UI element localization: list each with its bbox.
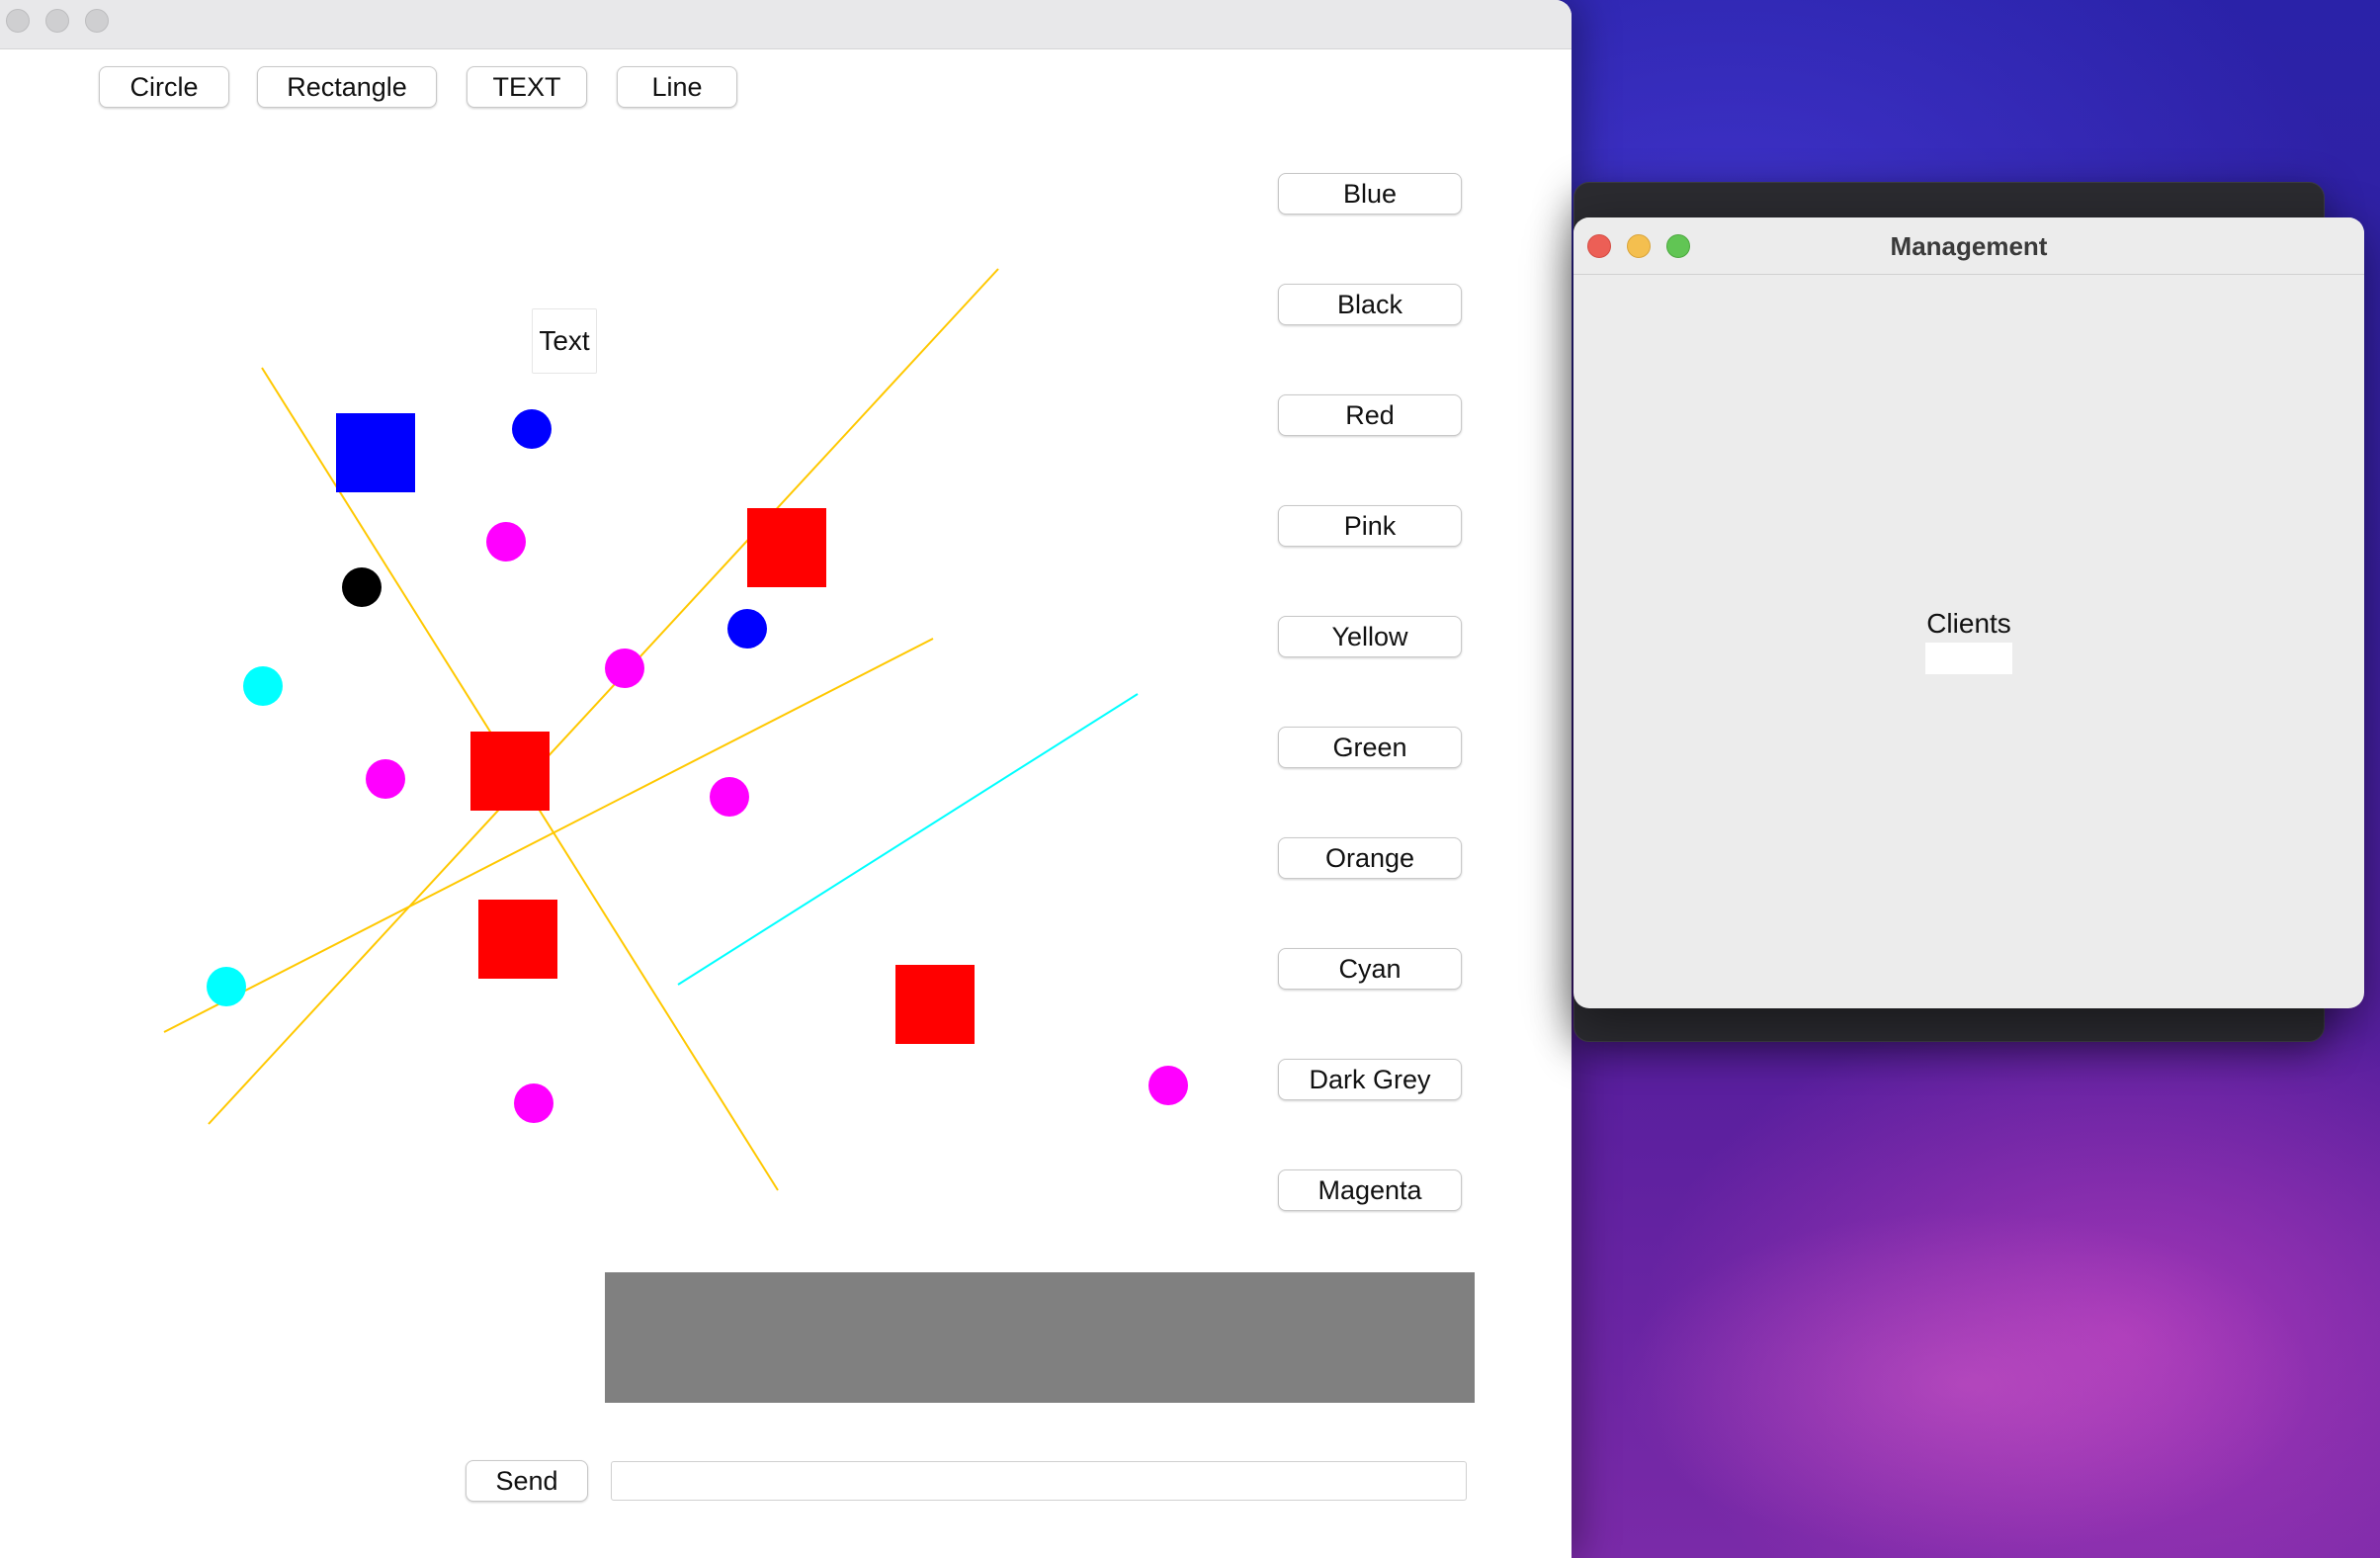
dark-grey-color-button[interactable]: Dark Grey — [1278, 1059, 1462, 1100]
circle-shape — [605, 649, 644, 688]
circle-shape — [710, 777, 749, 817]
pink-color-button[interactable]: Pink — [1278, 505, 1462, 547]
orange-color-button[interactable]: Orange — [1278, 837, 1462, 879]
cyan-color-button[interactable]: Cyan — [1278, 948, 1462, 990]
drawing-window: Circle Rectangle TEXT Line Text Blue Bla… — [0, 0, 1572, 1558]
rectangle-shape — [747, 508, 826, 587]
green-color-button[interactable]: Green — [1278, 727, 1462, 768]
circle-shape — [727, 609, 767, 649]
line-shape — [208, 268, 999, 1125]
circle-shape — [1148, 1066, 1188, 1105]
zoom-button[interactable] — [85, 9, 109, 33]
red-color-button[interactable]: Red — [1278, 394, 1462, 436]
text-shape: Text — [532, 308, 597, 374]
circle-shape — [366, 759, 405, 799]
line-shape — [677, 693, 1139, 986]
window-title: Management — [1890, 230, 2048, 261]
circle-shape — [243, 666, 283, 706]
close-button[interactable] — [6, 9, 30, 33]
circle-shape — [342, 567, 382, 607]
circle-shape — [486, 522, 526, 562]
circle-shape — [514, 1083, 553, 1123]
rectangle-shape — [895, 965, 975, 1044]
rectangle-shape — [336, 413, 415, 492]
clients-list[interactable] — [1925, 643, 2012, 674]
blue-color-button[interactable]: Blue — [1278, 173, 1462, 215]
minimize-button[interactable] — [45, 9, 69, 33]
yellow-color-button[interactable]: Yellow — [1278, 616, 1462, 657]
clients-label: Clients — [1926, 608, 2011, 639]
management-window: Management Clients — [1573, 217, 2364, 1008]
title-bar[interactable]: Management — [1573, 217, 2364, 275]
chat-display-area — [605, 1272, 1475, 1403]
message-input[interactable] — [611, 1461, 1467, 1501]
circle-shape — [207, 967, 246, 1006]
rectangle-shape — [478, 900, 557, 979]
wallpaper-glow — [1572, 1087, 2380, 1558]
circle-shape — [512, 409, 552, 449]
canvas-shapes — [163, 268, 1188, 1191]
black-color-button[interactable]: Black — [1278, 284, 1462, 325]
send-button[interactable]: Send — [466, 1460, 588, 1502]
title-bar[interactable] — [0, 0, 1572, 49]
magenta-color-button[interactable]: Magenta — [1278, 1169, 1462, 1211]
drawing-canvas[interactable] — [0, 89, 1245, 1226]
rectangle-shape — [470, 732, 550, 811]
